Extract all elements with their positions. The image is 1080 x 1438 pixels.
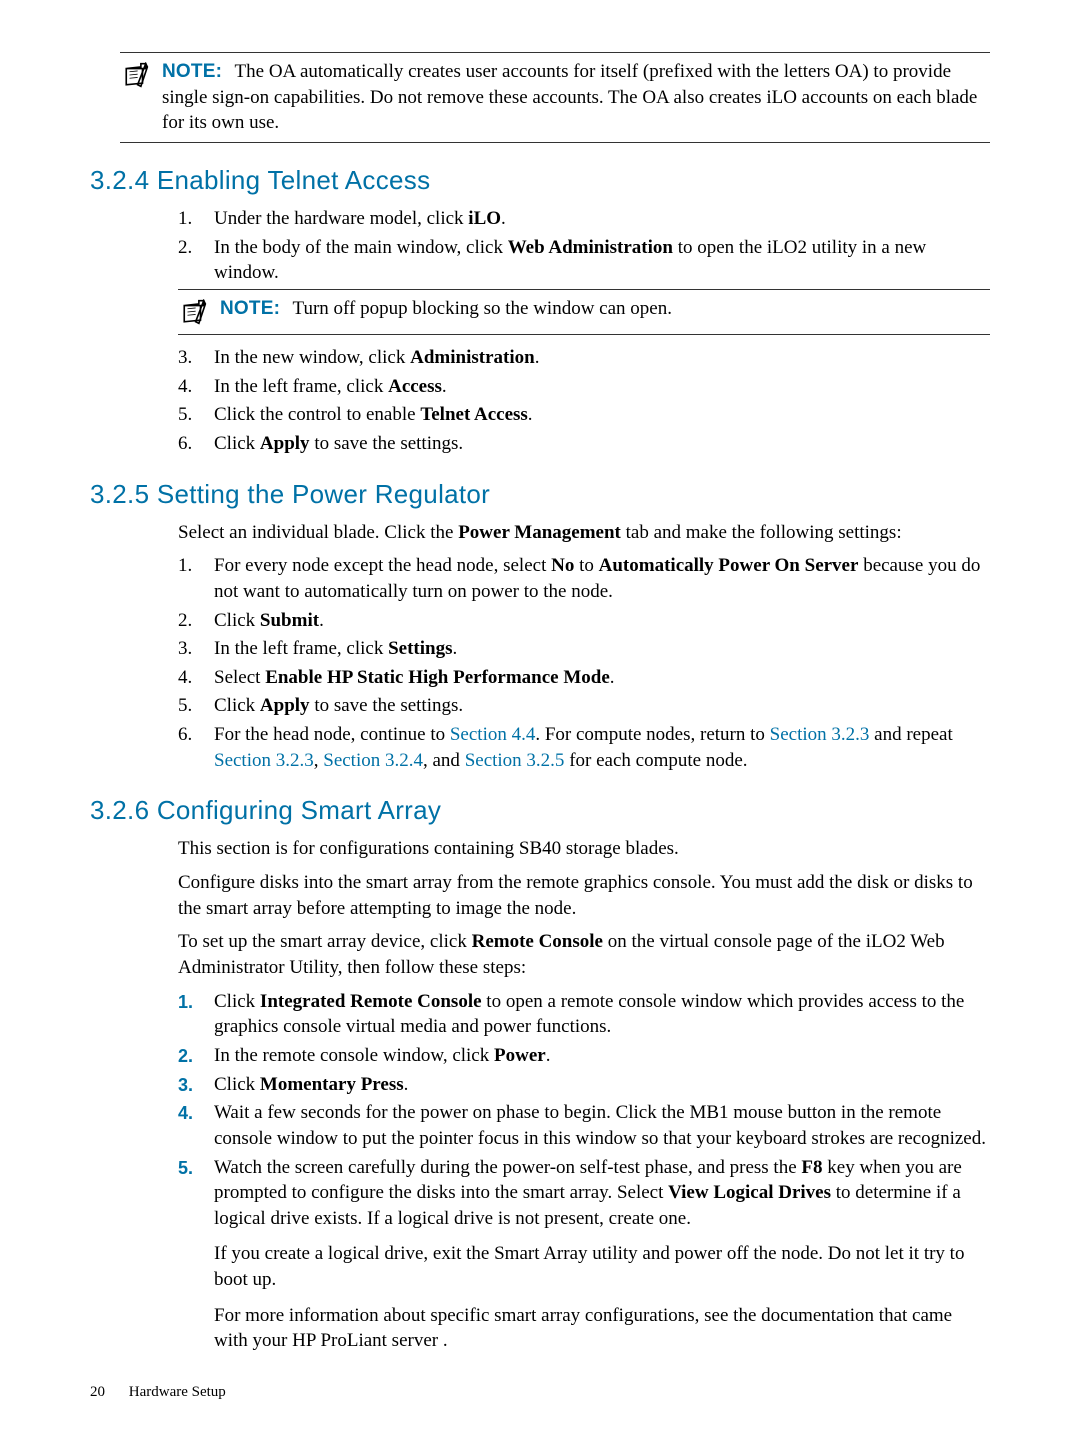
list-text: In the left frame, click Settings.: [214, 636, 990, 662]
list-number: 5.: [178, 1155, 214, 1362]
list-number: 5.: [178, 402, 214, 428]
list-item: 3. Click Momentary Press.: [178, 1072, 990, 1098]
list-item: 1. For every node except the head node, …: [178, 553, 990, 604]
list-text: Click Momentary Press.: [214, 1072, 990, 1098]
list-number: 1.: [178, 206, 214, 232]
list-number: 6.: [178, 431, 214, 457]
paragraph: Select an individual blade. Click the Po…: [178, 520, 990, 546]
list-item: 1. Click Integrated Remote Console to op…: [178, 989, 990, 1040]
list-item: 3. In the left frame, click Settings.: [178, 636, 990, 662]
note-icon: [120, 59, 152, 91]
list-text: Click the control to enable Telnet Acces…: [214, 402, 990, 428]
link-section-44[interactable]: Section 4.4: [450, 724, 536, 745]
list-item: 4. Wait a few seconds for the power on p…: [178, 1100, 990, 1151]
link-section-324[interactable]: Section 3.2.4: [323, 750, 423, 771]
list-text: Click Integrated Remote Console to open …: [214, 989, 990, 1040]
list-number: 5.: [178, 693, 214, 719]
list-item: 5. Watch the screen carefully during the…: [178, 1155, 990, 1362]
note-icon: [178, 296, 210, 328]
list-text: Under the hardware model, click iLO.: [214, 206, 990, 232]
list-text: Select Enable HP Static High Performance…: [214, 665, 990, 691]
note-label: NOTE:: [220, 298, 280, 319]
list-text: Click Submit.: [214, 608, 990, 634]
list-324b: 3. In the new window, click Administrati…: [178, 345, 990, 457]
list-number: 6.: [178, 722, 214, 773]
list-text: In the new window, click Administration.: [214, 345, 990, 371]
footer-title: Hardware Setup: [129, 1384, 226, 1400]
list-item: 5. Click Apply to save the settings.: [178, 693, 990, 719]
list-item: 2. In the body of the main window, click…: [178, 235, 990, 286]
link-section-323b[interactable]: Section 3.2.3: [214, 750, 314, 771]
list-number: 2.: [178, 1043, 214, 1069]
paragraph: This section is for configurations conta…: [178, 836, 990, 862]
paragraph: To set up the smart array device, click …: [178, 929, 990, 980]
list-number: 2.: [178, 235, 214, 286]
sub-paragraph: If you create a logical drive, exit the …: [214, 1241, 990, 1292]
list-text: Click Apply to save the settings.: [214, 431, 990, 457]
list-text: In the body of the main window, click We…: [214, 235, 990, 286]
list-326: 1. Click Integrated Remote Console to op…: [178, 989, 990, 1362]
note-block: NOTE: Turn off popup blocking so the win…: [178, 289, 990, 335]
list-item: 1. Under the hardware model, click iLO.: [178, 206, 990, 232]
list-text: Wait a few seconds for the power on phas…: [214, 1100, 990, 1151]
note-body: NOTE: Turn off popup blocking so the win…: [220, 296, 990, 322]
note-text: Turn off popup blocking so the window ca…: [293, 298, 672, 319]
list-324: 1. Under the hardware model, click iLO. …: [178, 206, 990, 286]
list-number: 4.: [178, 374, 214, 400]
link-section-323[interactable]: Section 3.2.3: [770, 724, 870, 745]
paragraph: Configure disks into the smart array fro…: [178, 870, 990, 921]
list-number: 3.: [178, 1072, 214, 1098]
list-number: 1.: [178, 553, 214, 604]
list-number: 4.: [178, 665, 214, 691]
list-item: 3. In the new window, click Administrati…: [178, 345, 990, 371]
list-text: Click Apply to save the settings.: [214, 693, 990, 719]
list-text: For every node except the head node, sel…: [214, 553, 990, 604]
note-label: NOTE:: [162, 61, 222, 82]
list-item: 6. For the head node, continue to Sectio…: [178, 722, 990, 773]
link-section-325[interactable]: Section 3.2.5: [465, 750, 565, 771]
note-text: The OA automatically creates user accoun…: [162, 61, 977, 133]
list-text: In the left frame, click Access.: [214, 374, 990, 400]
list-325: 1. For every node except the head node, …: [178, 553, 990, 773]
list-item: 4. In the left frame, click Access.: [178, 374, 990, 400]
list-item: 4. Select Enable HP Static High Performa…: [178, 665, 990, 691]
page-footer: 20 Hardware Setup: [90, 1382, 226, 1402]
note-body: NOTE: The OA automatically creates user …: [162, 59, 990, 136]
heading-325: 3.2.5 Setting the Power Regulator: [90, 477, 990, 512]
list-number: 2.: [178, 608, 214, 634]
heading-324: 3.2.4 Enabling Telnet Access: [90, 163, 990, 198]
sub-paragraph: For more information about specific smar…: [214, 1303, 990, 1354]
list-number: 3.: [178, 636, 214, 662]
list-number: 3.: [178, 345, 214, 371]
list-item: 5. Click the control to enable Telnet Ac…: [178, 402, 990, 428]
list-text: For the head node, continue to Section 4…: [214, 722, 990, 773]
list-text: In the remote console window, click Powe…: [214, 1043, 990, 1069]
list-item: 2. Click Submit.: [178, 608, 990, 634]
list-number: 1.: [178, 989, 214, 1040]
page-number: 20: [90, 1384, 105, 1400]
list-item: 2. In the remote console window, click P…: [178, 1043, 990, 1069]
list-number: 4.: [178, 1100, 214, 1151]
list-item: 6. Click Apply to save the settings.: [178, 431, 990, 457]
list-text: Watch the screen carefully during the po…: [214, 1155, 990, 1362]
heading-326: 3.2.6 Configuring Smart Array: [90, 793, 990, 828]
note-block: NOTE: The OA automatically creates user …: [120, 52, 990, 143]
